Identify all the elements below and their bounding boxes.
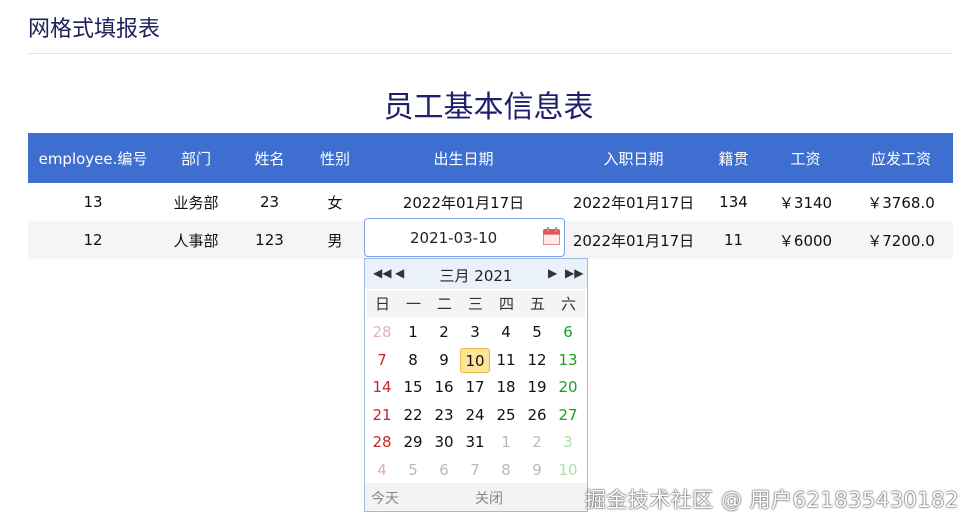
calendar-day[interactable]: 7 <box>367 348 397 373</box>
col-header-hometown: 籍贯 <box>705 133 762 183</box>
col-header-gender: 性别 <box>305 133 365 183</box>
cell-employee-id[interactable]: 12 <box>28 221 158 259</box>
col-header-employee-id: employee.编号 <box>28 133 158 183</box>
table-row: 13 业务部 23 女 2022年01月17日 2022年01月17日 134 … <box>28 183 953 221</box>
calendar-day[interactable]: 3 <box>553 430 583 455</box>
col-header-hire-date: 入职日期 <box>562 133 705 183</box>
date-picker-header: ◀◀ ◀ 三月 2021 ▶ ▶▶ <box>365 259 587 289</box>
calendar-day[interactable]: 21 <box>367 403 397 428</box>
cell-hire-date[interactable]: 2022年01月17日 <box>562 183 705 221</box>
cell-gender[interactable]: 男 <box>305 221 365 259</box>
calendar-day[interactable]: 15 <box>398 375 428 400</box>
calendar-day[interactable]: 30 <box>429 430 459 455</box>
today-button[interactable]: 今天 <box>371 488 399 508</box>
report-title: 员工基本信息表 <box>383 90 594 125</box>
calendar-day[interactable]: 1 <box>398 320 428 345</box>
cell-salary[interactable]: ￥6000 <box>762 221 849 259</box>
date-picker-footer: 今天 关闭 <box>365 483 587 511</box>
birth-date-editor <box>364 218 565 257</box>
calendar-day[interactable]: 3 <box>460 320 490 345</box>
calendar-day[interactable]: 2 <box>429 320 459 345</box>
weekday-label: 五 <box>529 295 545 313</box>
col-header-name: 姓名 <box>234 133 305 183</box>
weekday-label: 二 <box>436 295 452 313</box>
calendar-day[interactable]: 6 <box>553 320 583 345</box>
calendar-day[interactable]: 16 <box>429 375 459 400</box>
divider <box>28 53 953 54</box>
cell-hometown[interactable]: 134 <box>705 183 762 221</box>
calendar-day[interactable]: 17 <box>460 375 490 400</box>
calendar-day[interactable]: 5 <box>522 320 552 345</box>
cell-department[interactable]: 业务部 <box>158 183 234 221</box>
calendar-day[interactable]: 19 <box>522 375 552 400</box>
calendar-day[interactable]: 5 <box>398 458 428 483</box>
calendar-day[interactable]: 10 <box>460 347 490 373</box>
col-header-department: 部门 <box>158 133 234 183</box>
cell-department[interactable]: 人事部 <box>158 221 234 259</box>
weekday-label: 四 <box>498 295 514 313</box>
cell-name[interactable]: 23 <box>234 183 305 221</box>
calendar-day[interactable]: 10 <box>553 458 583 483</box>
calendar-day[interactable]: 29 <box>398 430 428 455</box>
calendar-day[interactable]: 14 <box>367 375 397 400</box>
cell-employee-id[interactable]: 13 <box>28 183 158 221</box>
calendar-day[interactable]: 4 <box>491 320 521 345</box>
calendar-day[interactable]: 12 <box>522 348 552 373</box>
calendar-day[interactable]: 28 <box>367 320 397 345</box>
date-input[interactable] <box>365 219 535 256</box>
calendar-day[interactable]: 25 <box>491 403 521 428</box>
calendar-day[interactable]: 2 <box>522 430 552 455</box>
header-row: employee.编号 部门 姓名 性别 出生日期 入职日期 籍贯 工资 应发工… <box>28 133 953 183</box>
calendar-icon[interactable] <box>542 227 562 247</box>
calendar-day[interactable]: 4 <box>367 458 397 483</box>
cell-birth-date[interactable]: 2022年01月17日 <box>365 183 562 221</box>
watermark: 掘金技术社区 @ 用户621835430182 <box>584 488 959 512</box>
cell-gender[interactable]: 女 <box>305 183 365 221</box>
cell-payable-salary[interactable]: ￥3768.0 <box>849 183 953 221</box>
weekday-header: 日 一 二 三 四 五 六 <box>367 291 585 317</box>
cell-salary[interactable]: ￥3140 <box>762 183 849 221</box>
calendar-day[interactable]: 18 <box>491 375 521 400</box>
calendar-day[interactable]: 23 <box>429 403 459 428</box>
calendar-day[interactable]: 8 <box>398 348 428 373</box>
calendar-day[interactable]: 31 <box>460 430 490 455</box>
calendar-day[interactable]: 1 <box>491 430 521 455</box>
weekday-label: 一 <box>405 295 421 313</box>
weekday-label: 日 <box>374 295 390 313</box>
calendar-day[interactable]: 6 <box>429 458 459 483</box>
calendar-day[interactable]: 24 <box>460 403 490 428</box>
calendar-day[interactable]: 9 <box>429 348 459 373</box>
double-right-icon[interactable]: ▶▶ <box>565 265 583 281</box>
calendar-day[interactable]: 26 <box>522 403 552 428</box>
calendar-day[interactable]: 7 <box>460 458 490 483</box>
weekday-label: 三 <box>467 295 483 313</box>
date-picker: ◀◀ ◀ 三月 2021 ▶ ▶▶ 日 一 二 三 四 五 六 28 1 2 3 4 5 6… <box>364 258 588 512</box>
cell-hire-date[interactable]: 2022年01月17日 <box>562 221 705 259</box>
calendar-day[interactable]: 11 <box>491 348 521 373</box>
calendar-day[interactable]: 20 <box>553 375 583 400</box>
cell-hometown[interactable]: 11 <box>705 221 762 259</box>
col-header-salary: 工资 <box>762 133 849 183</box>
right-icon[interactable]: ▶ <box>548 265 557 281</box>
calendar-day[interactable]: 9 <box>522 458 552 483</box>
close-button[interactable]: 关闭 <box>475 488 503 508</box>
col-header-payable-salary: 应发工资 <box>849 133 953 183</box>
weekday-label: 六 <box>560 295 576 313</box>
cell-payable-salary[interactable]: ￥7200.0 <box>849 221 953 259</box>
page-title: 网格式填报表 <box>28 17 161 42</box>
calendar-day[interactable]: 28 <box>367 430 397 455</box>
cell-name[interactable]: 123 <box>234 221 305 259</box>
calendar-day[interactable]: 22 <box>398 403 428 428</box>
calendar-day[interactable]: 13 <box>553 348 583 373</box>
col-header-birth-date: 出生日期 <box>365 133 562 183</box>
calendar-day[interactable]: 27 <box>553 403 583 428</box>
calendar-day[interactable]: 8 <box>491 458 521 483</box>
